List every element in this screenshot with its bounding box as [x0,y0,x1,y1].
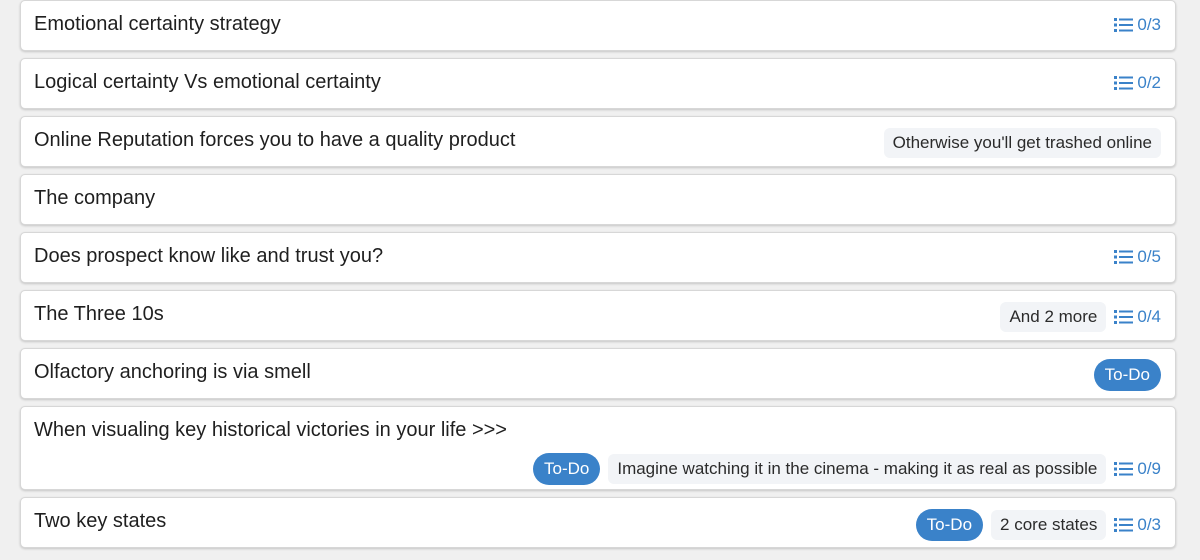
card-the-company[interactable]: The company [20,174,1176,225]
checklist-count: 0/3 [1137,515,1161,534]
card-know-like-trust[interactable]: Does prospect know like and trust you? 0… [20,232,1176,283]
checklist-count: 0/2 [1137,73,1161,92]
card-online-reputation[interactable]: Online Reputation forces you to have a q… [20,116,1176,167]
card-title: Online Reputation forces you to have a q… [34,129,516,151]
checklist-badge: 0/2 [1114,73,1161,93]
list-icon [1114,310,1134,324]
card-note: 2 core states [991,510,1107,540]
card-the-three-10s[interactable]: The Three 10s And 2 more 0/4 [20,290,1176,341]
card-emotional-certainty-strategy[interactable]: Emotional certainty strategy 0/3 [20,0,1176,51]
card-badges: 0/5 [1114,247,1161,267]
card-note: Imagine watching it in the cinema - maki… [608,454,1107,484]
card-olfactory-anchoring[interactable]: Olfactory anchoring is via smell To-Do [20,348,1176,399]
checklist-badge: 0/9 [1114,459,1161,479]
card-badges: To-Do 2 core states 0/3 [915,509,1161,541]
todo-label: To-Do [1093,359,1161,391]
checklist-count: 0/4 [1137,307,1161,326]
card-note: Otherwise you'll get trashed online [883,128,1161,158]
card-title: Logical certainty Vs emotional certainty [34,71,381,93]
checklist-badge: 0/3 [1114,15,1161,35]
list-icon [1114,18,1134,32]
checklist-count: 0/9 [1137,459,1161,478]
card-badges: To-Do Imagine watching it in the cinema … [532,453,1161,485]
card-badges: To-Do [1093,359,1161,391]
todo-label: To-Do [915,509,984,541]
card-title: Does prospect know like and trust you? [34,245,384,267]
list-icon [1114,518,1134,532]
card-title: When visualing key historical victories … [34,419,507,441]
card-title: The Three 10s [34,303,164,325]
checklist-badge: 0/4 [1114,307,1161,327]
checklist-count: 0/5 [1137,247,1161,266]
card-two-key-states[interactable]: Two key states To-Do 2 core states 0/3 [20,497,1176,548]
card-visualising-victories[interactable]: When visualing key historical victories … [20,406,1176,490]
card-logical-vs-emotional-certainty[interactable]: Logical certainty Vs emotional certainty… [20,58,1176,109]
card-badges: 0/3 [1114,15,1161,35]
list-icon [1114,250,1134,264]
list-icon [1114,462,1134,476]
card-title: The company [34,187,156,209]
card-badges: And 2 more 0/4 [1000,302,1161,332]
card-title: Two key states [34,510,167,532]
card-title: Emotional certainty strategy [34,13,281,35]
card-badges: Otherwise you'll get trashed online [883,128,1161,158]
todo-label: To-Do [532,453,601,485]
checklist-badge: 0/5 [1114,247,1161,267]
card-title: Olfactory anchoring is via smell [34,361,311,383]
card-note: And 2 more [1000,302,1107,332]
checklist-count: 0/3 [1137,15,1161,34]
list-icon [1114,76,1134,90]
card-badges: 0/2 [1114,73,1161,93]
checklist-badge: 0/3 [1114,515,1161,535]
